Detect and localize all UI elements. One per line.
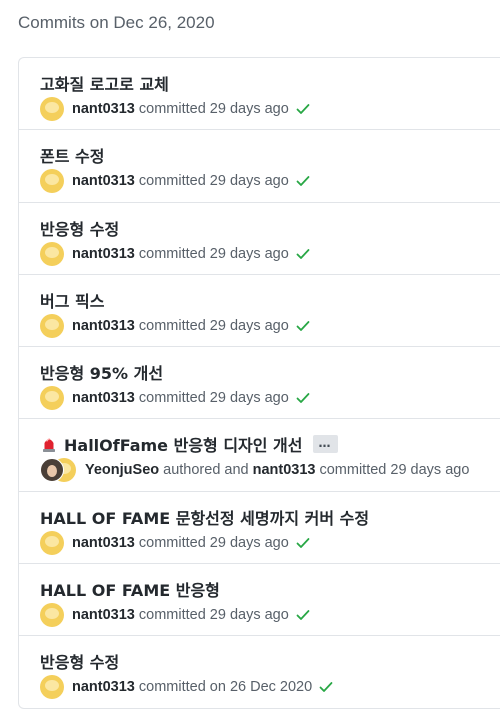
commit-row: 버그 픽스 nant0313 committed 29 days ago: [19, 275, 500, 348]
check-icon[interactable]: [295, 246, 311, 262]
commit-row: 고화질 로고로 교체 nant0313 committed 29 days ag…: [19, 58, 500, 131]
check-icon[interactable]: [295, 101, 311, 117]
commit-row: 반응형 수정 nant0313 committed on 26 Dec 2020: [19, 636, 500, 708]
commits-date-heading: Commits on Dec 26, 2020: [18, 13, 215, 32]
committer-link[interactable]: nant0313: [72, 390, 135, 406]
commit-row: 반응형 95% 개선 nant0313 committed 29 days ag…: [19, 347, 500, 420]
commit-row: 반응형 수정 nant0313 committed 29 days ago: [19, 203, 500, 275]
commit-time: committed on 26 Dec 2020: [138, 679, 313, 696]
avatar[interactable]: [40, 603, 64, 628]
commit-message-link[interactable]: 반응형 95% 개선: [40, 360, 163, 384]
commit-message-link[interactable]: 고화질 로고로 교체: [40, 71, 169, 95]
avatar[interactable]: [40, 530, 64, 555]
check-icon[interactable]: [318, 679, 334, 695]
check-icon[interactable]: [295, 390, 311, 406]
commit-message-link[interactable]: 반응형 수정: [40, 216, 119, 240]
alarm-light-icon: [43, 438, 55, 453]
check-icon[interactable]: [295, 607, 311, 623]
commit-message-link[interactable]: HALL OF FAME 반응형: [40, 577, 220, 601]
commit-meta: nant0313 committed 29 days ago: [40, 603, 311, 628]
commit-time: committed 29 days ago: [138, 245, 289, 262]
commit-message-link[interactable]: 버그 픽스: [40, 288, 104, 312]
commit-meta: nant0313 committed 29 days ago: [40, 97, 311, 121]
avatar[interactable]: [40, 241, 64, 266]
commit-message-link[interactable]: HallOfFame 반응형 디자인 개선: [64, 432, 303, 456]
author-link[interactable]: YeonjuSeo: [85, 462, 159, 478]
commit-message-link[interactable]: HALL OF FAME 문항선정 세명까지 커버 수정: [40, 505, 369, 529]
check-icon[interactable]: [295, 318, 311, 334]
committer-link[interactable]: nant0313: [72, 679, 135, 695]
commit-row: 폰트 수정 nant0313 committed 29 days ago: [19, 130, 500, 203]
commit-time: committed 29 days ago: [138, 101, 289, 117]
commit-time: committed 29 days ago: [138, 173, 289, 190]
commit-meta: nant0313 committed 29 days ago: [40, 241, 311, 266]
check-icon[interactable]: [295, 535, 311, 551]
avatar[interactable]: [40, 675, 64, 700]
commit-message-link[interactable]: 반응형 수정: [40, 649, 119, 673]
commit-title-group: HallOfFame 반응형 디자인 개선 …: [40, 432, 338, 456]
commit-time: committed 29 days ago: [138, 317, 289, 334]
commit-time: committed 29 days ago: [138, 607, 289, 624]
commit-time: committed 29 days ago: [138, 390, 289, 407]
commit-row: HALL OF FAME 문항선정 세명까지 커버 수정 nant0313 co…: [19, 492, 500, 565]
avatar[interactable]: [40, 169, 64, 194]
check-icon[interactable]: [295, 173, 311, 189]
expand-description-button[interactable]: …: [312, 435, 338, 454]
commit-row: HallOfFame 반응형 디자인 개선 … YeonjuSeo author…: [19, 419, 500, 492]
committer-link[interactable]: nant0313: [72, 173, 135, 189]
committer-link[interactable]: nant0313: [72, 246, 135, 262]
avatar[interactable]: [40, 97, 64, 121]
avatar[interactable]: [40, 386, 64, 411]
committer-link[interactable]: nant0313: [72, 318, 135, 334]
commit-meta: nant0313 committed on 26 Dec 2020: [40, 675, 334, 700]
authored-text: authored and: [163, 462, 249, 479]
committer-link[interactable]: nant0313: [72, 535, 135, 551]
committer-link[interactable]: nant0313: [253, 462, 316, 478]
avatar-stack: [40, 458, 78, 483]
commit-time: committed 29 days ago: [138, 534, 289, 551]
commit-message-link[interactable]: 폰트 수정: [40, 143, 104, 167]
commit-meta: nant0313 committed 29 days ago: [40, 530, 311, 555]
commit-time: committed 29 days ago: [319, 462, 470, 479]
commit-meta: YeonjuSeo authored and nant0313 committe…: [40, 458, 470, 483]
commit-row: HALL OF FAME 반응형 nant0313 committed 29 d…: [19, 564, 500, 637]
committer-link[interactable]: nant0313: [72, 101, 135, 117]
commit-meta: nant0313 committed 29 days ago: [40, 386, 311, 411]
avatar[interactable]: [40, 313, 64, 338]
commit-meta: nant0313 committed 29 days ago: [40, 169, 311, 194]
committer-link[interactable]: nant0313: [72, 607, 135, 623]
commit-list: 고화질 로고로 교체 nant0313 committed 29 days ag…: [18, 57, 500, 709]
commit-meta: nant0313 committed 29 days ago: [40, 313, 311, 338]
